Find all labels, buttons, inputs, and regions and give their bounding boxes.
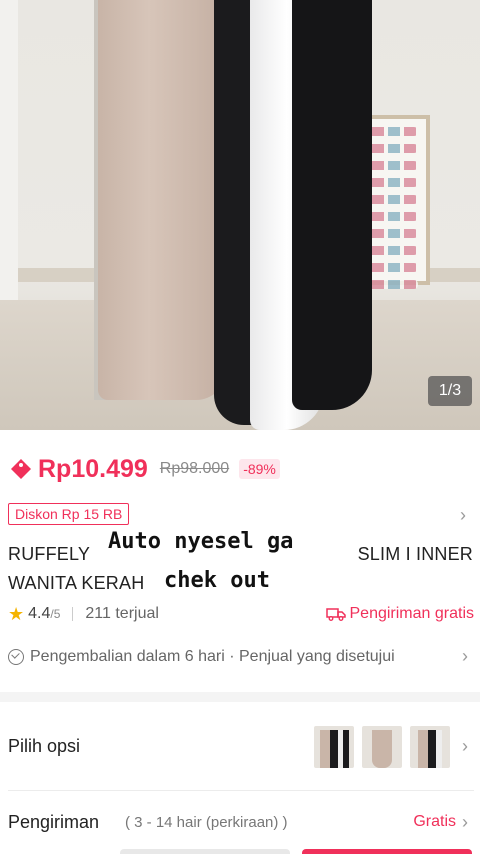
chevron-right-icon[interactable]: › <box>462 736 468 757</box>
chevron-right-icon[interactable]: › <box>462 646 468 667</box>
shipping-cost: Gratis <box>413 813 456 830</box>
option-thumbnail[interactable] <box>362 726 402 768</box>
check-circle-icon <box>8 649 24 665</box>
product-image[interactable]: 1/3 <box>0 0 480 430</box>
divider <box>72 607 74 621</box>
free-shipping-label: Pengiriman gratis <box>349 605 475 622</box>
options-row[interactable]: Pilih opsi › <box>0 712 480 782</box>
dress-black-back <box>292 0 372 410</box>
discount-badge: -89% <box>239 459 280 479</box>
title-line1-right: SLIM I INNER <box>357 544 473 564</box>
returns-row[interactable]: Pengembalian dalam 6 hari · Penjual yang… <box>8 645 474 669</box>
price-tag-icon <box>8 456 34 482</box>
shipping-label: Pengiriman <box>8 812 100 832</box>
caption-overlay-line1: Auto nyesel ga <box>104 527 298 557</box>
stats-row: ★ 4.4/5 211 terjual Pengiriman gratis <box>8 601 474 627</box>
option-thumbnail[interactable] <box>314 726 354 768</box>
sold-count: 211 terjual <box>85 605 159 622</box>
shipping-estimate: ( 3 - 14 hair (perkiraan) ) <box>125 814 288 831</box>
row-divider <box>8 790 474 791</box>
star-icon: ★ <box>8 603 25 624</box>
section-divider <box>0 692 480 702</box>
title-line1-left: RUFFELY <box>8 544 91 564</box>
image-counter: 1/3 <box>428 376 472 406</box>
rating-value: 4.4/5 <box>28 605 61 622</box>
free-shipping-link[interactable]: Pengiriman gratis <box>325 605 475 623</box>
option-thumbnail[interactable] <box>410 726 450 768</box>
current-price: Rp10.499 <box>38 454 148 483</box>
options-label: Pilih opsi <box>8 736 81 756</box>
chevron-right-icon[interactable]: › <box>462 812 468 833</box>
price-row: Rp10.499 Rp98.000 -89% <box>8 452 280 486</box>
voucher-tag[interactable]: Diskon Rp 15 RB <box>8 503 130 525</box>
chevron-right-icon[interactable]: › <box>460 505 466 526</box>
caption-overlay-line2: chek out <box>160 566 274 596</box>
add-to-cart-button[interactable] <box>120 849 290 854</box>
buy-now-button[interactable] <box>302 849 472 854</box>
shipping-row[interactable]: Pengiriman ( 3 - 14 hair (perkiraan) ) G… <box>0 800 480 844</box>
returns-text: Pengembalian dalam 6 hari · Penjual yang… <box>30 648 395 665</box>
original-price: Rp98.000 <box>159 460 230 477</box>
dress-beige <box>98 0 226 400</box>
truck-icon <box>325 608 346 621</box>
